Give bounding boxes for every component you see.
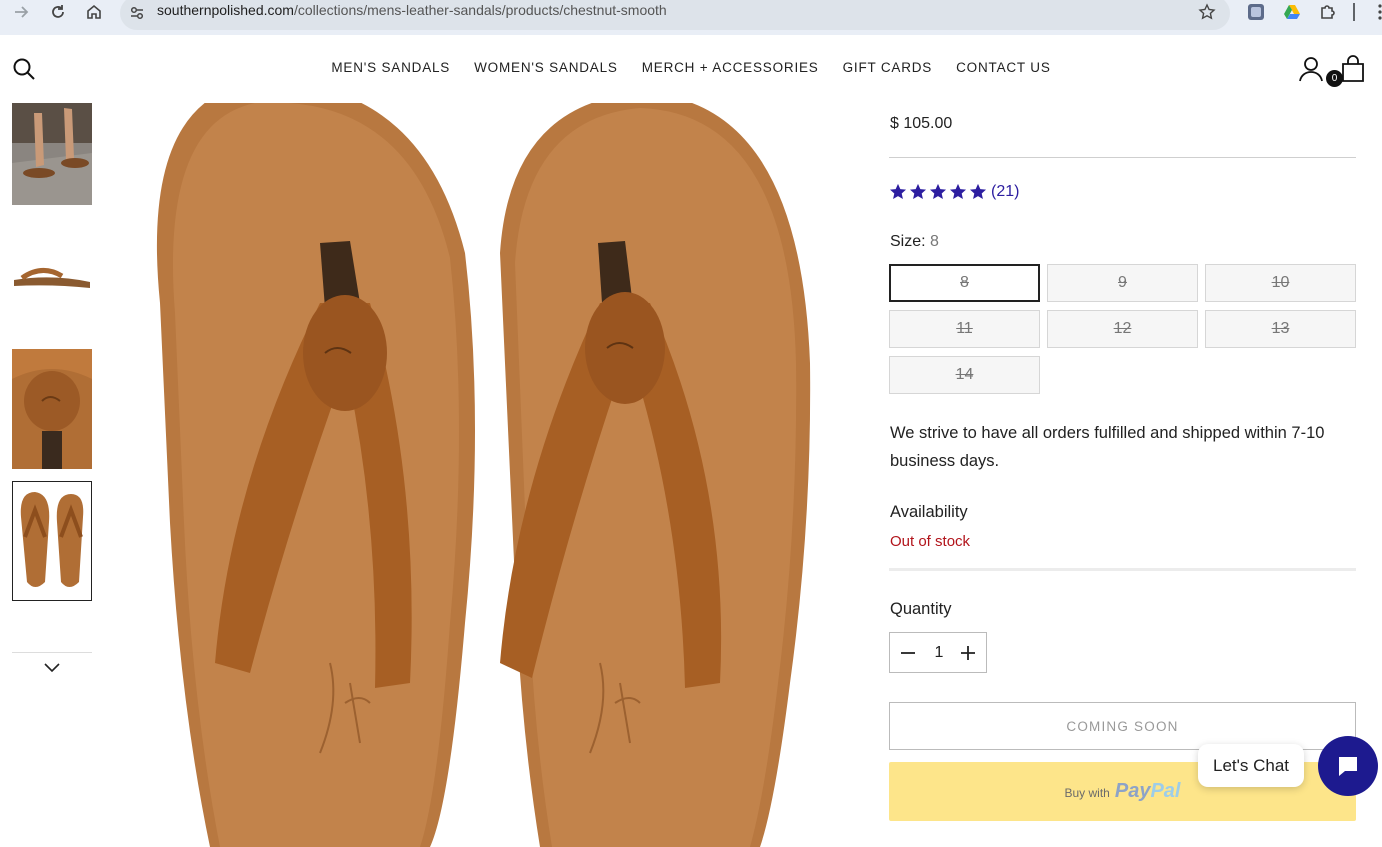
thumbnail-strap-closeup[interactable] [12,349,92,469]
rating-stars[interactable]: (21) [889,183,1019,201]
product-price: $ 105.00 [890,115,953,132]
thumbnail-top-view[interactable] [12,481,92,601]
size-option-10[interactable]: 10 [1205,264,1356,302]
star-icon [909,183,927,200]
shipping-note: We strive to have all orders fulfilled a… [890,424,1325,470]
size-option-11[interactable]: 11 [889,310,1040,348]
size-option-12[interactable]: 12 [1047,310,1198,348]
main-navigation: MEN'S SANDALS WOMEN'S SANDALS MERCH + AC… [0,60,1382,75]
nav-mens-sandals[interactable]: MEN'S SANDALS [331,60,450,75]
url-text: southernpolished.com/collections/mens-le… [157,2,667,18]
browser-toolbar: southernpolished.com/collections/mens-le… [0,0,1382,35]
size-option-9[interactable]: 9 [1047,264,1198,302]
thumbnail-side-view[interactable] [12,228,92,328]
quantity-input[interactable]: 1 [924,644,954,662]
star-icon [969,183,987,200]
size-option-8[interactable]: 8 [889,264,1040,302]
chat-icon [1339,757,1357,776]
home-icon[interactable] [84,2,104,22]
nav-womens-sandals[interactable]: WOMEN'S SANDALS [474,60,618,75]
thumbnail-divider [12,652,92,653]
star-icon [889,183,907,200]
size-option-14[interactable]: 14 [889,356,1040,394]
cart-count-badge: 0 [1326,70,1343,87]
site-header: MEN'S SANDALS WOMEN'S SANDALS MERCH + AC… [0,35,1382,103]
size-label: Size: 8 [890,233,939,250]
paypal-buy-text: Buy with [1064,786,1110,800]
divider [889,157,1356,158]
quantity-label: Quantity [890,600,952,618]
availability-status: Out of stock [890,533,971,550]
extensions-puzzle-icon[interactable] [1318,2,1338,22]
divider [889,568,1356,571]
nav-gift-cards[interactable]: GIFT CARDS [843,60,933,75]
cart-bag-icon[interactable] [1339,55,1367,83]
toolbar-divider [1353,3,1355,21]
nav-contact-us[interactable]: CONTACT US [956,60,1051,75]
bookmark-star-icon[interactable] [1198,3,1216,21]
quantity-stepper: 1 [889,632,987,673]
plus-icon[interactable] [958,643,978,663]
nav-merch-accessories[interactable]: MERCH + ACCESSORIES [642,60,819,75]
address-bar[interactable]: southernpolished.com/collections/mens-le… [120,0,1230,30]
coming-soon-button[interactable]: COMING SOON [889,702,1356,750]
star-icon [929,183,947,200]
product-main-image[interactable] [120,103,820,847]
chat-prompt[interactable]: Let's Chat [1198,744,1304,787]
availability-label: Availability [890,503,968,521]
chat-button[interactable] [1318,736,1378,796]
drive-icon[interactable] [1282,2,1302,22]
size-selected-value: 8 [930,233,939,250]
size-option-13[interactable]: 13 [1205,310,1356,348]
paypal-logo: PayPal [1114,780,1181,802]
menu-dots-icon[interactable] [1372,2,1382,22]
thumbnail-lifestyle[interactable] [12,103,92,205]
chevron-down-icon[interactable] [42,660,62,676]
minus-icon[interactable] [898,643,918,663]
forward-icon[interactable] [11,2,31,22]
review-count[interactable]: (21) [991,183,1019,201]
extension-icon[interactable] [1246,2,1266,22]
account-icon[interactable] [1298,56,1324,82]
reload-icon[interactable] [48,2,68,22]
site-settings-icon[interactable] [128,4,146,22]
star-icon [949,183,967,200]
